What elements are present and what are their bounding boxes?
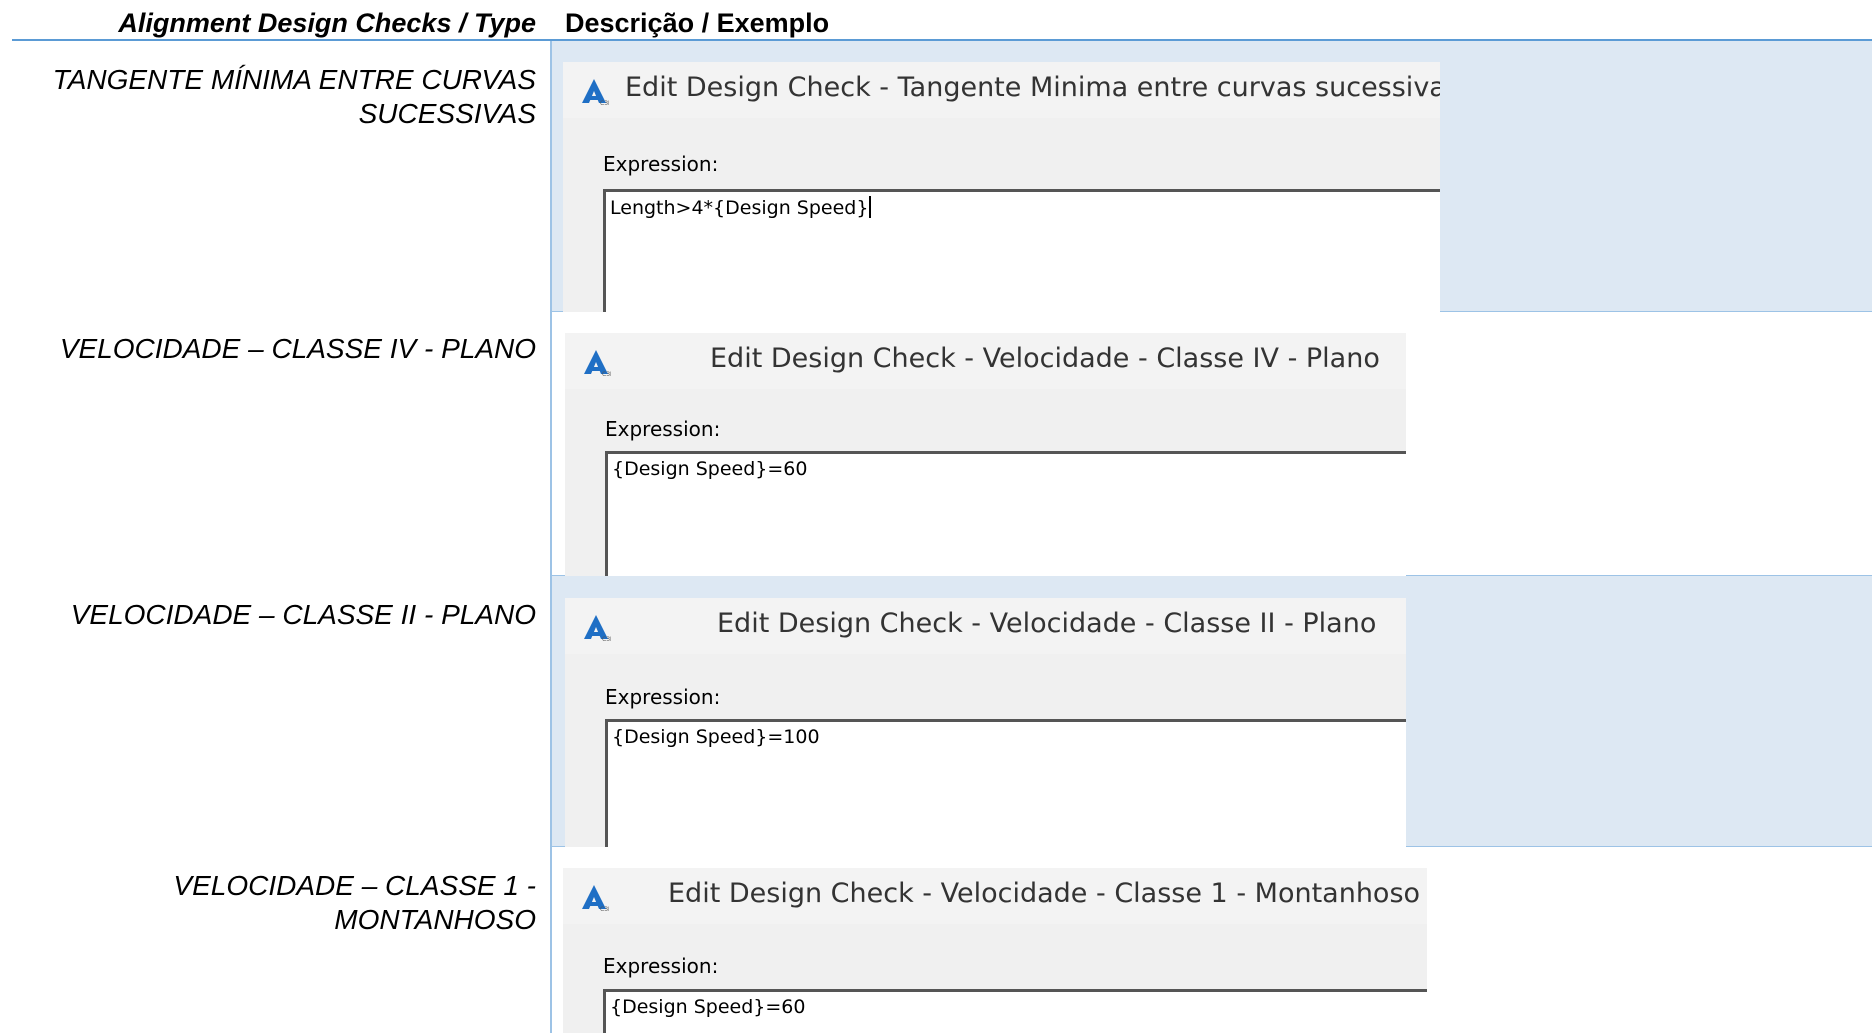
- expression-input[interactable]: {Design Speed}=100: [605, 719, 1406, 847]
- civil3d-app-icon: C3D: [582, 79, 609, 106]
- document-page: Alignment Design Checks / Type Descrição…: [0, 0, 1872, 1033]
- svg-text:C3D: C3D: [600, 100, 609, 106]
- edit-design-check-dialog: C3D Edit Design Check - Velocidade - Cla…: [565, 333, 1406, 576]
- dialog-title: Edit Design Check - Velocidade - Classe …: [710, 343, 1380, 374]
- civil3d-app-icon: C3D: [582, 885, 609, 912]
- expression-input[interactable]: Length>4*{Design Speed}: [603, 189, 1440, 312]
- civil3d-app-icon: C3D: [584, 615, 611, 642]
- expression-value: {Design Speed}=60: [612, 458, 808, 480]
- dialog-titlebar: C3D Edit Design Check - Velocidade - Cla…: [565, 598, 1406, 654]
- svg-text:C3D: C3D: [600, 906, 609, 912]
- table-header: Alignment Design Checks / Type Descrição…: [0, 0, 1872, 41]
- svg-text:C3D: C3D: [602, 371, 611, 377]
- dialog-title: Edit Design Check - Velocidade - Classe …: [717, 608, 1377, 639]
- svg-text:C3D: C3D: [602, 636, 611, 642]
- column-header-type: Alignment Design Checks / Type: [118, 8, 536, 38]
- expression-value: Length>4*{Design Speed}: [610, 197, 869, 219]
- dialog-title: Edit Design Check - Tangente Minima entr…: [625, 72, 1440, 103]
- dialog-titlebar: C3D Edit Design Check - Tangente Minima …: [563, 62, 1440, 118]
- dialog-title: Edit Design Check - Velocidade - Classe …: [668, 878, 1421, 909]
- edit-design-check-dialog: C3D Edit Design Check - Velocidade - Cla…: [563, 868, 1427, 1033]
- expression-input[interactable]: {Design Speed}=60: [605, 451, 1406, 576]
- table-row: TANGENTE MÍNIMA ENTRE CURVAS SUCESSIVAS …: [0, 41, 1872, 312]
- dialog-titlebar: C3D Edit Design Check - Velocidade - Cla…: [565, 333, 1406, 389]
- text-caret: [869, 196, 872, 218]
- edit-design-check-dialog: C3D Edit Design Check - Tangente Minima …: [563, 62, 1440, 312]
- table-row: VELOCIDADE – CLASSE 1 - MONTANHOSO C3D E…: [0, 847, 1872, 1033]
- column-header-description: Descrição / Exemplo: [565, 8, 830, 38]
- civil3d-app-icon: C3D: [584, 350, 611, 377]
- row-label: VELOCIDADE – CLASSE 1 - MONTANHOSO: [173, 870, 536, 935]
- expression-label: Expression:: [603, 152, 719, 176]
- row-label: VELOCIDADE – CLASSE IV - PLANO: [59, 333, 536, 364]
- expression-value: {Design Speed}=60: [610, 996, 806, 1018]
- expression-label: Expression:: [605, 417, 721, 441]
- table-row: VELOCIDADE – CLASSE II - PLANO C3D Edit …: [0, 576, 1872, 847]
- expression-label: Expression:: [603, 954, 719, 978]
- dialog-titlebar: C3D Edit Design Check - Velocidade - Cla…: [563, 868, 1427, 924]
- edit-design-check-dialog: C3D Edit Design Check - Velocidade - Cla…: [565, 598, 1406, 847]
- expression-input[interactable]: {Design Speed}=60: [603, 989, 1427, 1033]
- expression-label: Expression:: [605, 685, 721, 709]
- table-row: VELOCIDADE – CLASSE IV - PLANO C3D Edit …: [0, 312, 1872, 576]
- row-label: VELOCIDADE – CLASSE II - PLANO: [70, 599, 536, 630]
- expression-value: {Design Speed}=100: [612, 726, 820, 748]
- row-label: TANGENTE MÍNIMA ENTRE CURVAS SUCESSIVAS: [52, 64, 536, 129]
